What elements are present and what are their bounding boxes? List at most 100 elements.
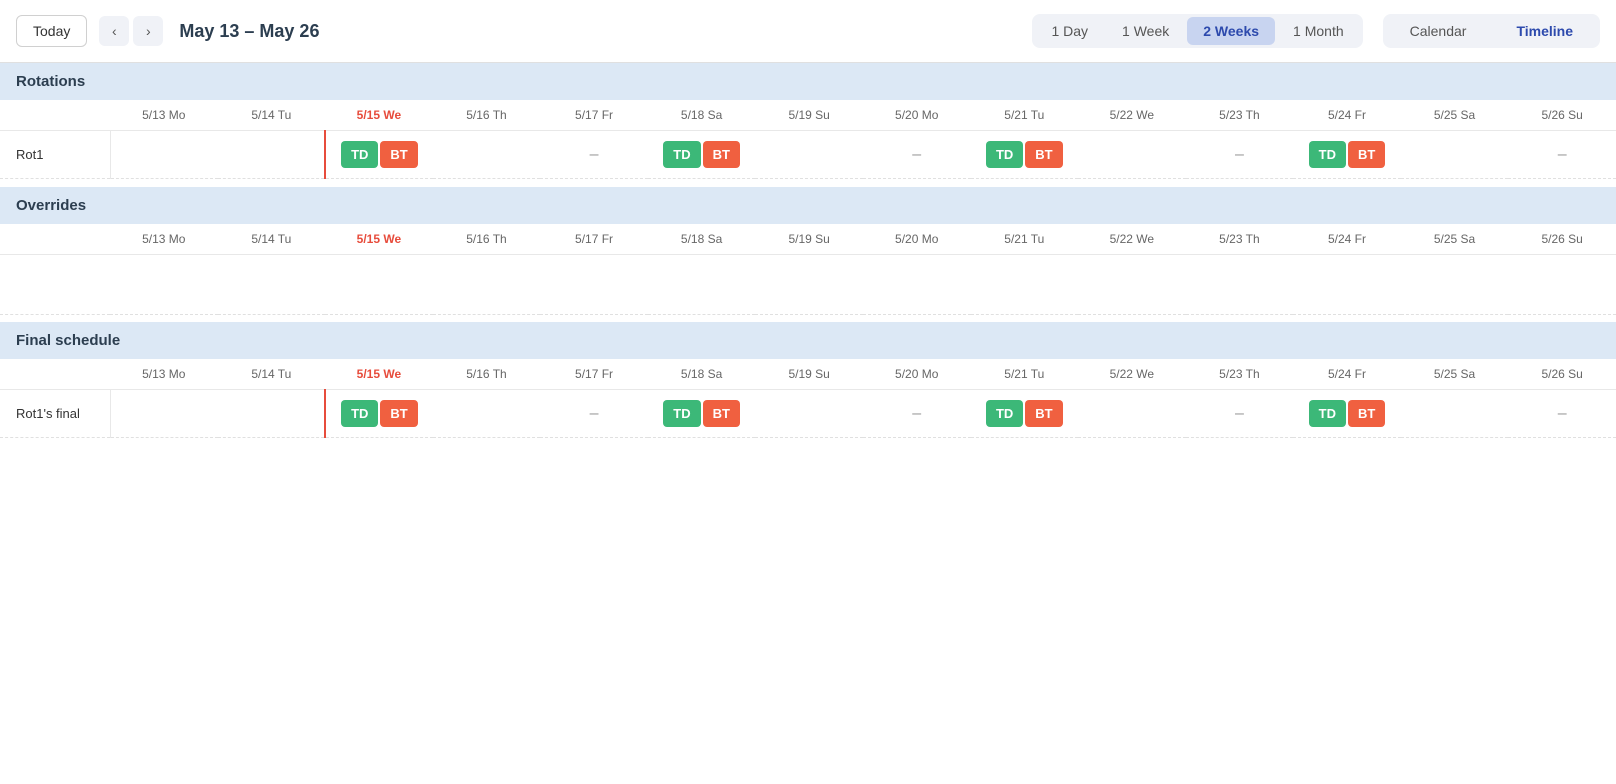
rh-d0: 5/13 Mo [110,100,218,131]
rot1-bt-0[interactable]: BT [380,141,417,168]
rf-c11: TD BT [1293,390,1401,438]
fh-d7: 5/20 Mo [863,359,971,390]
view-1month[interactable]: 1 Month [1277,17,1360,45]
oh-d5: 5/18 Sa [648,224,756,255]
oe-c11 [1293,254,1401,314]
date-range: May 13 – May 26 [179,21,1020,42]
prev-button[interactable]: ‹ [99,16,129,46]
overrides-empty-row [0,254,1616,314]
rot1-bt-3[interactable]: BT [1348,141,1385,168]
rh-d5: 5/18 Sa [648,100,756,131]
fh-d11: 5/24 Fr [1293,359,1401,390]
oh-d12: 5/25 Sa [1401,224,1509,255]
rh-d7: 5/20 Mo [863,100,971,131]
oh-d9: 5/22 We [1078,224,1186,255]
rf-dash-2: – [1235,405,1244,422]
fh-d9: 5/22 We [1078,359,1186,390]
overrides-empty-label [0,254,110,314]
view-1day[interactable]: 1 Day [1035,17,1104,45]
rot1-td-2[interactable]: TD [986,141,1023,168]
rot1-c8: TD BT [971,131,1079,179]
oe-c2 [325,254,433,314]
rf-td-2[interactable]: TD [986,400,1023,427]
mode-timeline[interactable]: Timeline [1492,17,1597,45]
rot1-c11: TD BT [1293,131,1401,179]
fh-d4: 5/17 Fr [540,359,648,390]
rf-c4: – [540,390,648,438]
overrides-grid: 5/13 Mo 5/14 Tu 5/15 We 5/16 Th 5/17 Fr … [0,224,1616,323]
rot1-bt-2[interactable]: BT [1025,141,1062,168]
rf-td-0[interactable]: TD [341,400,378,427]
final-schedule-section: Final schedule 5/13 Mo 5/14 Tu 5/15 We 5… [0,322,1616,446]
rot1-label: Rot1 [0,131,110,179]
oh-d3: 5/16 Th [433,224,541,255]
overrides-header: Overrides [0,187,1616,224]
fh-d6: 5/19 Su [755,359,863,390]
fh-d10: 5/23 Th [1186,359,1294,390]
rot1-c5: TD BT [648,131,756,179]
rh-d1: 5/14 Tu [218,100,326,131]
rot1-dash-2: – [1235,146,1244,163]
rf-bt-1[interactable]: BT [703,400,740,427]
rf-bt-2[interactable]: BT [1025,400,1062,427]
rh-d13: 5/26 Su [1508,100,1616,131]
view-group: 1 Day 1 Week 2 Weeks 1 Month [1032,14,1362,48]
rf-bt-3[interactable]: BT [1348,400,1385,427]
today-button[interactable]: Today [16,15,87,47]
overrides-label-header [0,224,110,255]
rf-c5: TD BT [648,390,756,438]
oh-d11: 5/24 Fr [1293,224,1401,255]
rf-bt-0[interactable]: BT [380,400,417,427]
fh-d1: 5/14 Tu [218,359,326,390]
rot1-pair-2: TD BT [977,141,1073,168]
oe-c7 [863,254,971,314]
rf-dash-0: – [590,405,599,422]
rot1-td-0[interactable]: TD [341,141,378,168]
oe-c8 [971,254,1079,314]
oh-d6: 5/19 Su [755,224,863,255]
rf-c0 [110,390,218,438]
rf-dash-1: – [912,405,921,422]
view-1week[interactable]: 1 Week [1106,17,1185,45]
rot1-pair-0: TD BT [332,141,427,168]
final-schedule-grid: 5/13 Mo 5/14 Tu 5/15 We 5/16 Th 5/17 Fr … [0,359,1616,446]
next-button[interactable]: › [133,16,163,46]
fh-d12: 5/25 Sa [1401,359,1509,390]
nav-group: ‹ › [99,16,163,46]
oe-c4 [540,254,648,314]
rot1-c9 [1078,131,1186,179]
header: Today ‹ › May 13 – May 26 1 Day 1 Week 2… [0,0,1616,63]
rot1-dash-1: – [912,146,921,163]
view-2weeks[interactable]: 2 Weeks [1187,17,1275,45]
oh-d8: 5/21 Tu [971,224,1079,255]
rf-td-3[interactable]: TD [1309,400,1346,427]
rotations-label-header [0,100,110,131]
oh-d4: 5/17 Fr [540,224,648,255]
rh-d10: 5/23 Th [1186,100,1294,131]
final-date-header: 5/13 Mo 5/14 Tu 5/15 We 5/16 Th 5/17 Fr … [0,359,1616,390]
final-schedule-table: 5/13 Mo 5/14 Tu 5/15 We 5/16 Th 5/17 Fr … [0,359,1616,446]
oe-c0 [110,254,218,314]
rot1-c12 [1401,131,1509,179]
rh-d11: 5/24 Fr [1293,100,1401,131]
oh-d13: 5/26 Su [1508,224,1616,255]
rot1-c4: – [540,131,648,179]
rf-pair-3: TD BT [1299,400,1395,427]
rf-dash-3: – [1558,405,1567,422]
rot1-td-3[interactable]: TD [1309,141,1346,168]
rotations-section: Rotations 5/13 Mo 5/14 Tu 5/15 We 5/16 T… [0,63,1616,187]
rot1-td-1[interactable]: TD [663,141,700,168]
final-label-header [0,359,110,390]
rot1-c6 [755,131,863,179]
fh-d8: 5/21 Tu [971,359,1079,390]
rf-td-1[interactable]: TD [663,400,700,427]
overrides-date-header: 5/13 Mo 5/14 Tu 5/15 We 5/16 Th 5/17 Fr … [0,224,1616,255]
rf-c10: – [1186,390,1294,438]
overrides-section: Overrides 5/13 Mo 5/14 Tu 5/15 We 5/16 T… [0,187,1616,323]
rotations-header: Rotations [0,63,1616,100]
mode-group: Calendar Timeline [1383,14,1600,48]
oh-d10: 5/23 Th [1186,224,1294,255]
mode-calendar[interactable]: Calendar [1386,17,1491,45]
rh-d6: 5/19 Su [755,100,863,131]
rot1-bt-1[interactable]: BT [703,141,740,168]
